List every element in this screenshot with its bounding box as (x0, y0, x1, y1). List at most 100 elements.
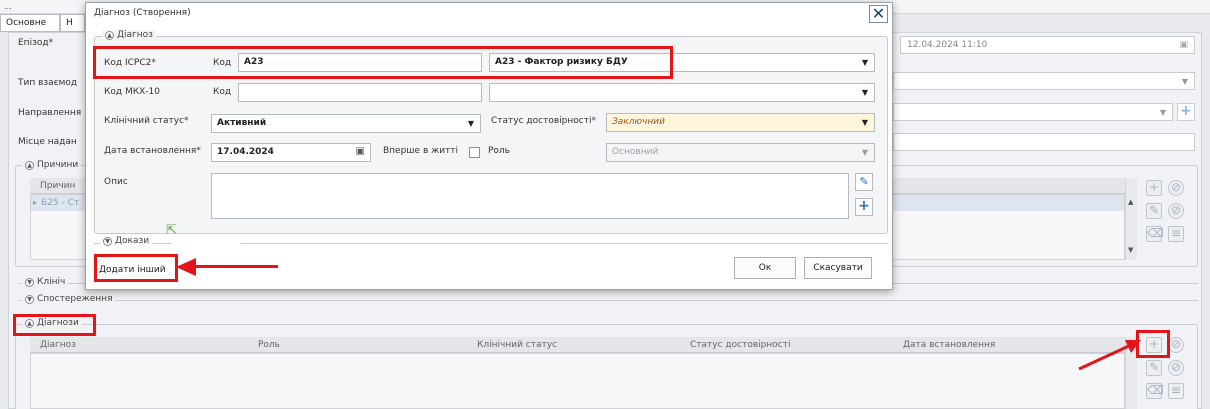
list-icon: ≡ (1170, 226, 1182, 240)
cancel-label: Скасувати (813, 263, 863, 273)
tab-main-label: Основне (6, 18, 47, 28)
row-indicator-icon: ▸ (33, 198, 38, 207)
annotation-box-diagnoses (13, 314, 96, 336)
episode-date-field[interactable]: 12.04.2024 11:10 ▣ (900, 36, 1195, 54)
description-textarea[interactable] (211, 173, 849, 219)
role-value: Основний (612, 147, 659, 157)
scroll-up-icon[interactable]: ▲ (1128, 198, 1133, 206)
arrow-annotation (190, 265, 278, 268)
interaction-type-select[interactable]: ▼ (893, 72, 1195, 90)
established-date-label: Дата встановлення* (104, 146, 201, 156)
tab-second-label: Н (66, 18, 73, 28)
diagnoses-extra-button[interactable]: ≡ (1168, 383, 1184, 399)
service-place-label: Місце надан (18, 137, 77, 147)
first-in-life-checkbox[interactable] (469, 147, 480, 158)
chevron-down-icon: ▼ (861, 148, 868, 157)
chevron-down-icon: ▼ (1181, 77, 1188, 86)
col-verification-status[interactable]: Статус достовірності (690, 340, 790, 350)
scroll-down-icon[interactable]: ▼ (1128, 246, 1133, 254)
close-icon: ✕ (871, 4, 886, 23)
referral-add-button[interactable]: + (1177, 103, 1195, 121)
collapse-icon: ▲ (25, 160, 34, 170)
clinical-status-select[interactable]: Активний ▼ (211, 114, 481, 133)
diagnoses-delete-button[interactable]: ⌫ (1146, 383, 1164, 399)
first-in-life-label: Вперше в житті (383, 146, 459, 156)
col-established-date[interactable]: Дата встановлення (903, 340, 995, 350)
clinical-status-label: Клінічний статус* (104, 116, 189, 126)
arrow-annotation-diagonal-icon (1078, 340, 1141, 371)
reasons-col-header: Причин (40, 181, 76, 191)
dialog-title: Діагноз (Створення) (94, 8, 191, 18)
description-add-button[interactable]: + (855, 198, 873, 216)
reasons-remove-button[interactable]: ⊘ (1168, 180, 1184, 196)
mkh10-label: Код МКХ-10 (104, 87, 160, 97)
diagnosis-group-header[interactable]: ▲ Діагноз (102, 30, 156, 40)
expand-icon: ▼ (25, 294, 34, 304)
diagnoses-edit-button[interactable]: ✎ (1146, 360, 1162, 376)
reasons-extra-button[interactable]: ≡ (1168, 226, 1184, 242)
reasons-block-button[interactable]: ⊘ (1168, 203, 1184, 219)
episode-label: Епізод* (18, 38, 54, 48)
established-date-input[interactable]: 17.04.2024 ▣ (211, 143, 371, 162)
edit-icon: ✎ (1148, 203, 1160, 217)
diagnoses-block-button[interactable]: ⊘ (1168, 360, 1184, 376)
chevron-down-icon: ▼ (1159, 108, 1166, 117)
description-edit-button[interactable]: ✎ (855, 173, 873, 191)
established-date-value: 17.04.2024 (217, 147, 274, 157)
verification-status-label: Статус достовірності* (491, 116, 596, 126)
observations-group-title: Спостереження (37, 294, 113, 304)
mkh10-desc-select[interactable]: ▼ (489, 83, 875, 102)
dialog-title-bar: Діагноз (Створення) (86, 3, 892, 25)
reasons-add-button[interactable]: + (1146, 180, 1162, 196)
reasons-delete-button[interactable]: ⌫ (1146, 226, 1164, 242)
ok-label: Ок (758, 263, 772, 273)
diagnoses-remove-button[interactable]: ⊘ (1168, 337, 1184, 353)
clinical-group-header[interactable]: ▼ Клініч (22, 277, 69, 287)
col-clinical-status[interactable]: Клінічний статус (477, 340, 557, 350)
reasons-group-header[interactable]: ▲ Причини (22, 160, 82, 170)
plus-icon: + (1148, 180, 1160, 194)
description-label: Опис (104, 177, 128, 187)
annotation-box-icpc2 (93, 46, 673, 79)
block-icon: ⊘ (1170, 360, 1182, 374)
diagnosis-group-title: Діагноз (117, 30, 153, 40)
role-select[interactable]: Основний ▼ (606, 143, 875, 162)
expand-icon: ▼ (103, 236, 112, 246)
cancel-button[interactable]: Скасувати (804, 257, 872, 279)
arrow-head-left-icon (176, 258, 196, 276)
verification-status-select[interactable]: Заключний ▼ (606, 113, 875, 132)
evidence-group-header[interactable]: ▼ Докази (100, 236, 153, 246)
clinical-group-title: Клініч (37, 277, 66, 287)
chevron-down-icon: ▼ (467, 119, 474, 128)
plus-icon: + (1180, 103, 1192, 119)
col-diagnosis[interactable]: Діагноз (40, 340, 76, 350)
trash-icon: ⌫ (1147, 226, 1164, 240)
observations-group-line (18, 300, 1198, 301)
calendar-icon[interactable]: ▣ (1179, 40, 1188, 50)
tab-second[interactable]: Н (60, 14, 85, 32)
service-place-field[interactable] (893, 133, 1195, 151)
close-button[interactable]: ✕ (869, 5, 888, 23)
list-icon: ≡ (1170, 383, 1182, 397)
observations-group-header[interactable]: ▼ Спостереження (22, 294, 116, 304)
verification-status-value: Заключний (612, 117, 665, 127)
expand-icon: ▼ (25, 277, 34, 287)
evidence-group-title: Докази (115, 236, 150, 246)
ok-button[interactable]: Ок (734, 257, 796, 279)
referral-label: Направлення (18, 108, 82, 118)
interaction-type-label: Тип взаємод (18, 78, 78, 88)
referral-select[interactable]: ▼ (893, 103, 1173, 121)
annotation-box-add-other (94, 254, 178, 282)
edit-icon: ✎ (1148, 360, 1160, 374)
col-role[interactable]: Роль (258, 340, 280, 350)
chevron-down-icon: ▼ (861, 118, 868, 127)
reasons-scrollbar[interactable]: ▲ ▼ (1125, 178, 1137, 260)
cancel-icon: ⊘ (1170, 337, 1182, 351)
mkh10-code-label: Код (213, 87, 232, 97)
clinical-status-value: Активний (217, 118, 267, 128)
reasons-group-title: Причини (37, 160, 79, 170)
tab-main[interactable]: Основне (0, 14, 60, 32)
reasons-edit-button[interactable]: ✎ (1146, 203, 1162, 219)
calendar-icon[interactable]: ▣ (356, 146, 365, 157)
mkh10-code-input[interactable] (238, 83, 482, 102)
